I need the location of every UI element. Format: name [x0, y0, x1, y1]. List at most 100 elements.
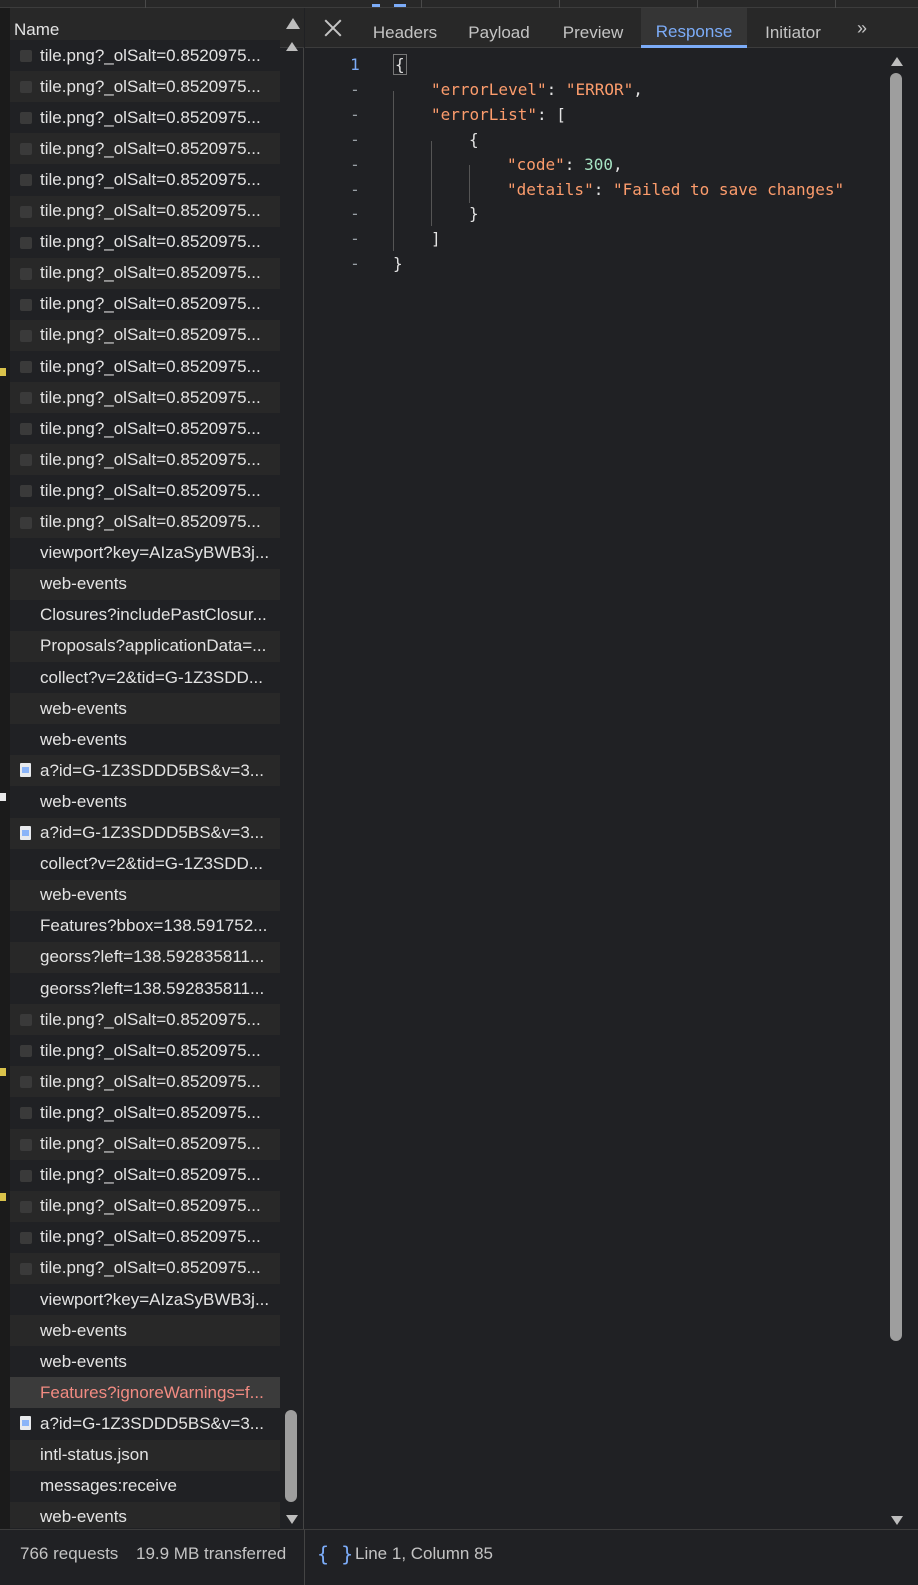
- request-name: web-events: [40, 885, 127, 905]
- json-punctuation: :: [593, 179, 613, 199]
- indent-guide: [393, 91, 394, 251]
- request-row[interactable]: tile.png?_olSalt=0.8520975...: [10, 475, 280, 507]
- scroll-down-arrow-icon[interactable]: [891, 1516, 903, 1525]
- request-row[interactable]: tile.png?_olSalt=0.8520975...: [10, 164, 280, 196]
- request-row[interactable]: viewport?key=AIzaSyBWB3j...: [10, 1284, 280, 1315]
- code-line: "errorList": [: [431, 105, 566, 130]
- scrollbar-thumb[interactable]: [285, 1410, 297, 1502]
- request-row[interactable]: web-events: [10, 724, 280, 756]
- request-row[interactable]: Closures?includePastClosur...: [10, 599, 280, 631]
- request-row[interactable]: web-events: [10, 1501, 280, 1528]
- request-row[interactable]: tile.png?_olSalt=0.8520975...: [10, 226, 280, 258]
- request-row[interactable]: viewport?key=AIzaSyBWB3j...: [10, 537, 280, 569]
- request-row[interactable]: tile.png?_olSalt=0.8520975...: [10, 1159, 280, 1191]
- upper-panel-edge: [0, 0, 918, 8]
- request-name: web-events: [40, 1320, 127, 1340]
- tab-preview[interactable]: Preview: [551, 8, 635, 48]
- request-row[interactable]: tile.png?_olSalt=0.8520975...: [10, 71, 280, 103]
- scroll-up-arrow-icon[interactable]: [286, 42, 298, 51]
- request-name: tile.png?_olSalt=0.8520975...: [40, 1227, 261, 1247]
- request-row[interactable]: web-events: [10, 693, 280, 725]
- document-icon: [10, 755, 40, 786]
- request-row[interactable]: tile.png?_olSalt=0.8520975...: [10, 40, 280, 71]
- request-list-scrollbar[interactable]: [284, 40, 300, 1528]
- code-line: "details": "Failed to save changes": [507, 180, 844, 205]
- request-row[interactable]: tile.png?_olSalt=0.8520975...: [10, 319, 280, 351]
- request-row[interactable]: tile.png?_olSalt=0.8520975...: [10, 1252, 280, 1284]
- network-summary-bar: 766 requests 19.9 MB transferred: [0, 1529, 305, 1585]
- json-punctuation: {: [469, 129, 479, 149]
- scroll-up-arrow-icon[interactable]: [891, 57, 903, 66]
- request-row[interactable]: intl-status.json: [10, 1439, 280, 1471]
- image-thumbnail-icon: [10, 1097, 40, 1128]
- cursor-position: Line 1, Column 85: [355, 1544, 493, 1563]
- request-name: tile.png?_olSalt=0.8520975...: [40, 325, 261, 345]
- request-row[interactable]: Features?ignoreWarnings=f...: [10, 1377, 280, 1409]
- image-thumbnail-icon: [10, 1253, 40, 1284]
- request-row[interactable]: tile.png?_olSalt=0.8520975...: [10, 1066, 280, 1098]
- tab-initiator[interactable]: Initiator: [751, 8, 835, 48]
- request-row[interactable]: georss?left=138.592835811...: [10, 941, 280, 973]
- request-row[interactable]: tile.png?_olSalt=0.8520975...: [10, 382, 280, 414]
- row-icon-slot: [10, 1440, 40, 1471]
- request-row[interactable]: collect?v=2&tid=G-1Z3SDD...: [10, 662, 280, 693]
- request-name: tile.png?_olSalt=0.8520975...: [40, 138, 261, 158]
- response-body-viewer[interactable]: 1-------- {"errorLevel": "ERROR", "errorL…: [305, 49, 890, 1529]
- request-row[interactable]: tile.png?_olSalt=0.8520975...: [10, 351, 280, 382]
- request-row[interactable]: tile.png?_olSalt=0.8520975...: [10, 257, 280, 289]
- request-row[interactable]: Features?bbox=138.591752...: [10, 910, 280, 942]
- row-icon-slot: [10, 911, 40, 942]
- request-row[interactable]: tile.png?_olSalt=0.8520975...: [10, 1190, 280, 1222]
- request-row[interactable]: tile.png?_olSalt=0.8520975...: [10, 1128, 280, 1160]
- request-row[interactable]: tile.png?_olSalt=0.8520975...: [10, 1221, 280, 1253]
- request-row[interactable]: tile.png?_olSalt=0.8520975...: [10, 133, 280, 165]
- image-thumbnail-icon: [20, 392, 32, 405]
- sort-ascending-icon: [286, 18, 300, 29]
- request-row[interactable]: tile.png?_olSalt=0.8520975...: [10, 413, 280, 445]
- request-row[interactable]: tile.png?_olSalt=0.8520975...: [10, 1004, 280, 1036]
- scrollbar-thumb[interactable]: [890, 73, 902, 1341]
- request-name: tile.png?_olSalt=0.8520975...: [40, 480, 261, 500]
- request-row[interactable]: collect?v=2&tid=G-1Z3SDD...: [10, 848, 280, 880]
- request-row[interactable]: messages:receive: [10, 1470, 280, 1502]
- request-name: web-events: [40, 1507, 127, 1527]
- image-thumbnail-icon: [10, 1222, 40, 1253]
- request-row[interactable]: tile.png?_olSalt=0.8520975...: [10, 195, 280, 227]
- request-row[interactable]: tile.png?_olSalt=0.8520975...: [10, 1035, 280, 1067]
- request-row[interactable]: a?id=G-1Z3SDDD5BS&v=3...: [10, 817, 280, 849]
- pretty-print-icon[interactable]: { }: [317, 1542, 353, 1566]
- more-tabs-chevron-icon[interactable]: »: [857, 18, 867, 39]
- request-row[interactable]: web-events: [10, 879, 280, 911]
- image-thumbnail-icon: [10, 289, 40, 320]
- request-row[interactable]: Proposals?applicationData=...: [10, 630, 280, 662]
- request-row[interactable]: web-events: [10, 1346, 280, 1378]
- request-row[interactable]: a?id=G-1Z3SDDD5BS&v=3...: [10, 755, 280, 787]
- name-column-label: Name: [14, 20, 60, 39]
- request-name: tile.png?_olSalt=0.8520975...: [40, 1102, 261, 1122]
- request-row[interactable]: a?id=G-1Z3SDDD5BS&v=3...: [10, 1408, 280, 1440]
- request-row[interactable]: web-events: [10, 1315, 280, 1347]
- request-row[interactable]: tile.png?_olSalt=0.8520975...: [10, 506, 280, 538]
- request-row[interactable]: tile.png?_olSalt=0.8520975...: [10, 288, 280, 320]
- request-row[interactable]: web-events: [10, 786, 280, 818]
- tab-response[interactable]: Response: [641, 8, 747, 48]
- tab-payload[interactable]: Payload: [457, 8, 541, 48]
- scroll-down-arrow-icon[interactable]: [286, 1515, 298, 1524]
- document-icon: [10, 1408, 40, 1439]
- request-name: web-events: [40, 791, 127, 811]
- image-thumbnail-icon: [20, 298, 32, 311]
- request-row[interactable]: web-events: [10, 568, 280, 600]
- request-row[interactable]: tile.png?_olSalt=0.8520975...: [10, 1097, 280, 1129]
- image-thumbnail-icon: [20, 267, 32, 280]
- row-icon-slot: [10, 600, 40, 631]
- close-icon[interactable]: [323, 18, 343, 38]
- request-row[interactable]: tile.png?_olSalt=0.8520975...: [10, 102, 280, 134]
- image-thumbnail-icon: [20, 81, 32, 94]
- tab-headers[interactable]: Headers: [363, 8, 447, 48]
- response-scrollbar[interactable]: [890, 49, 906, 1529]
- request-row[interactable]: georss?left=138.592835811...: [10, 973, 280, 1004]
- row-icon-slot: [10, 1315, 40, 1346]
- image-thumbnail-icon: [10, 382, 40, 413]
- request-row[interactable]: tile.png?_olSalt=0.8520975...: [10, 444, 280, 476]
- image-thumbnail-icon: [10, 507, 40, 538]
